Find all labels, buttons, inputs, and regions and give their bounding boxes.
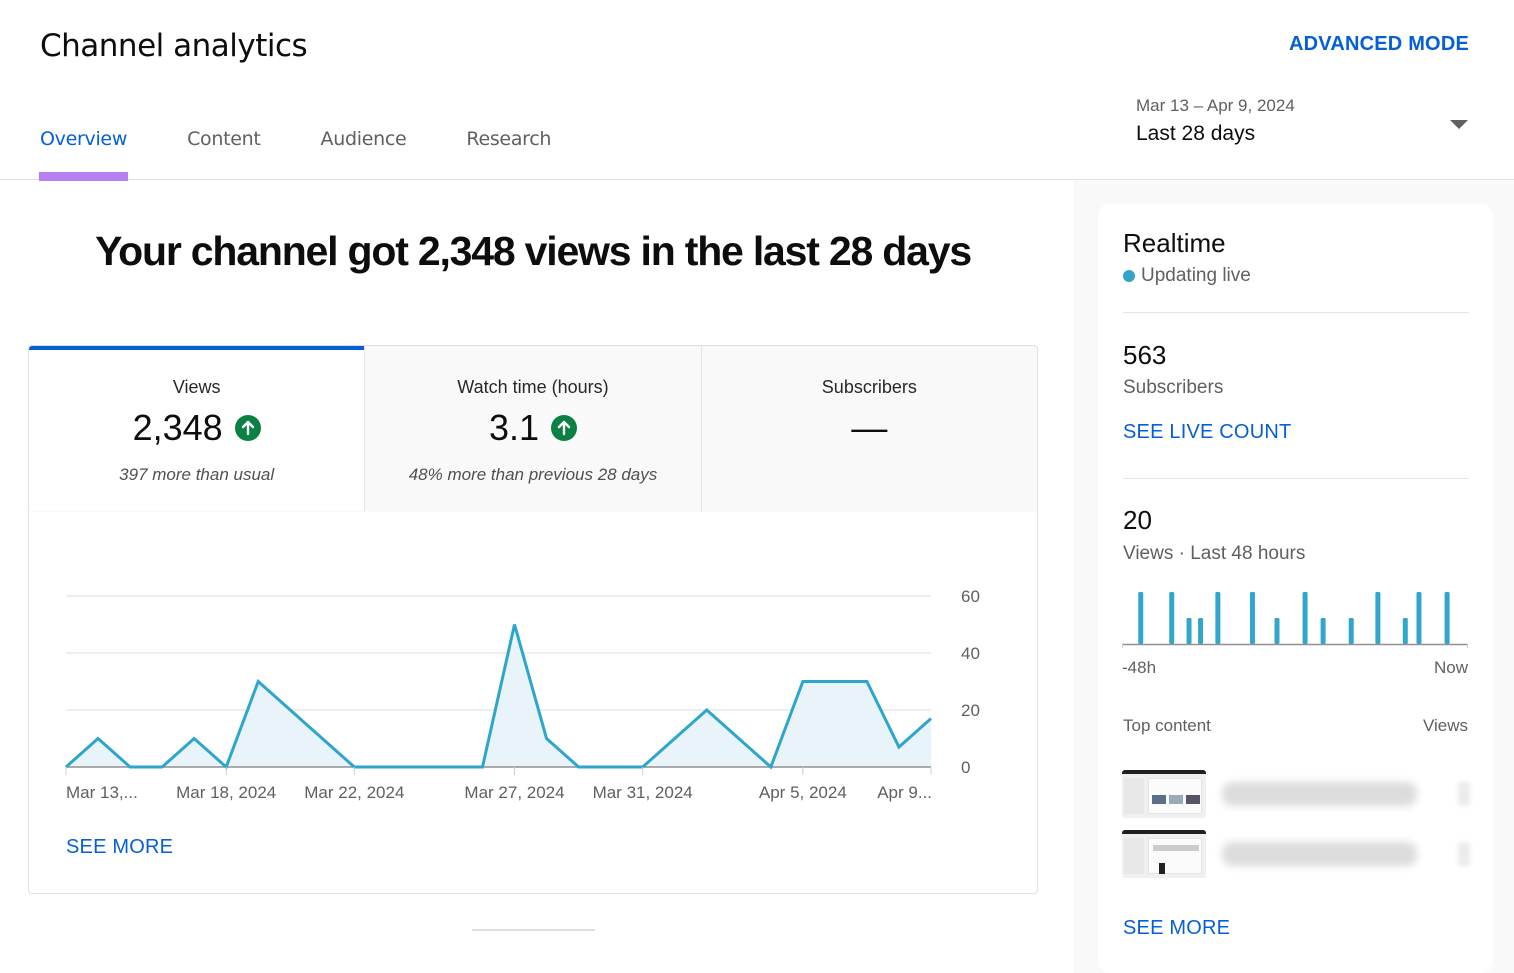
metric-label: Watch time (hours): [457, 377, 609, 397]
axis-start-label: -48h: [1122, 658, 1157, 677]
realtime-bar: [1348, 618, 1354, 644]
arrow-up-circle-icon: [234, 415, 261, 441]
realtime-bar: [1402, 618, 1408, 644]
video-views-blurred: [1458, 782, 1470, 806]
metric-value: 3.1: [488, 407, 540, 448]
top-content-header: Top content: [1123, 716, 1211, 735]
tab-research[interactable]: Research: [466, 128, 551, 180]
realtime-bar: [1249, 592, 1255, 644]
video-thumbnail: [1122, 770, 1206, 818]
metric-label: Subscribers: [821, 377, 917, 397]
divider: [1123, 478, 1469, 479]
views-chart-svg: 0 20 40 60 Mar 13,... Mar 18, 2024 Mar 22, 202…: [65, 587, 980, 802]
x-tick-label: Apr 9...: [877, 783, 932, 802]
metric-tab-subscribers[interactable]: Subscribers —: [700, 346, 1037, 512]
realtime-bar: [1416, 592, 1422, 644]
y-tick-label: 20: [961, 701, 980, 720]
carousel-indicator[interactable]: [472, 929, 595, 931]
live-status-text: Updating live: [1141, 265, 1251, 286]
realtime-bar: [1169, 592, 1175, 644]
realtime-see-more-button[interactable]: SEE MORE: [1123, 917, 1230, 940]
date-range-picker[interactable]: Mar 13 – Apr 9, 2024 Last 28 days: [1136, 96, 1470, 156]
views-headline: Your channel got 2,348 views in the last…: [95, 228, 972, 274]
arrow-up-circle-icon: [551, 415, 578, 441]
x-tick-label: Mar 22, 2024: [304, 783, 404, 802]
x-tick-label: Mar 13,...: [66, 783, 138, 802]
metric-value-row: —: [702, 406, 1037, 450]
tab-audience[interactable]: Audience: [321, 128, 407, 180]
views-chart: 0 20 40 60 Mar 13,... Mar 18, 2024 Mar 22, 202…: [29, 512, 1037, 812]
divider: [1123, 312, 1469, 313]
metric-tab-watch-time[interactable]: Watch time (hours) 3.1 48% more than pre…: [364, 346, 701, 512]
top-content-item[interactable]: [1122, 770, 1472, 820]
live-status: Updating live: [1123, 265, 1251, 287]
realtime-bar: [1444, 592, 1450, 644]
x-tick-label: Mar 31, 2024: [593, 783, 693, 802]
dropdown-arrow-icon[interactable]: [1450, 120, 1468, 129]
metric-value-row: 2,348: [29, 406, 364, 450]
video-title-blurred: [1222, 842, 1417, 866]
realtime-bar: [1375, 592, 1381, 644]
video-thumbnail: [1122, 830, 1206, 878]
realtime-bar: [1138, 592, 1144, 644]
date-range-label: Last 28 days: [1136, 122, 1256, 145]
y-tick-label: 0: [961, 758, 970, 777]
realtime-bar: [1274, 618, 1280, 644]
realtime-bar: [1320, 618, 1326, 644]
tab-overview[interactable]: Overview: [38, 128, 129, 181]
metric-label: Views: [172, 377, 221, 397]
video-views-blurred: [1458, 842, 1470, 866]
tab-bar: Overview Content Audience Research: [38, 128, 611, 181]
live-dot-icon: [1123, 270, 1135, 282]
x-tick-label: Mar 18, 2024: [176, 783, 276, 802]
realtime-title: Realtime: [1123, 228, 1226, 258]
overview-card: Views 2,348 397 more than usual Watch ti…: [28, 345, 1038, 894]
metric-value: —: [851, 407, 888, 448]
metric-value: 2,348: [132, 407, 223, 448]
subscriber-label: Subscribers: [1123, 377, 1224, 398]
date-range-text: Mar 13 – Apr 9, 2024: [1136, 96, 1295, 115]
top-content-item[interactable]: [1122, 830, 1472, 880]
axis-end-label: Now: [1433, 658, 1468, 677]
realtime-card: Realtime Updating live 563 Subscribers S…: [1098, 204, 1493, 973]
metric-tabs: Views 2,348 397 more than usual Watch ti…: [29, 346, 1037, 512]
metric-value-row: 3.1: [365, 406, 700, 450]
realtime-bar: [1215, 592, 1221, 644]
x-tick-label: Mar 27, 2024: [464, 783, 564, 802]
advanced-mode-button[interactable]: ADVANCED MODE: [1289, 33, 1469, 56]
realtime-bar: [1198, 618, 1204, 644]
y-tick-label: 60: [961, 587, 980, 606]
subscriber-count: 563: [1123, 340, 1167, 370]
see-more-button[interactable]: SEE MORE: [66, 836, 173, 859]
metric-tab-views[interactable]: Views 2,348 397 more than usual: [29, 346, 365, 512]
metric-subtext: 397 more than usual: [119, 465, 275, 484]
x-tick-label: Apr 5, 2024: [759, 783, 847, 802]
metric-subtext: 48% more than previous 28 days: [408, 465, 658, 484]
realtime-views-label: Views · Last 48 hours: [1123, 543, 1306, 564]
y-tick-label: 40: [961, 644, 980, 663]
realtime-bar-chart: [1122, 592, 1468, 648]
video-title-blurred: [1222, 782, 1417, 806]
tab-content[interactable]: Content: [187, 128, 261, 180]
realtime-bar: [1302, 592, 1308, 644]
realtime-bar: [1186, 618, 1192, 644]
top-content-views-header: Views: [1422, 716, 1468, 735]
realtime-views-count: 20: [1123, 505, 1152, 535]
page-title: Channel analytics: [40, 28, 308, 64]
see-live-count-button[interactable]: SEE LIVE COUNT: [1123, 421, 1291, 444]
page-header: Channel analytics ADVANCED MODE Overview…: [0, 0, 1514, 181]
